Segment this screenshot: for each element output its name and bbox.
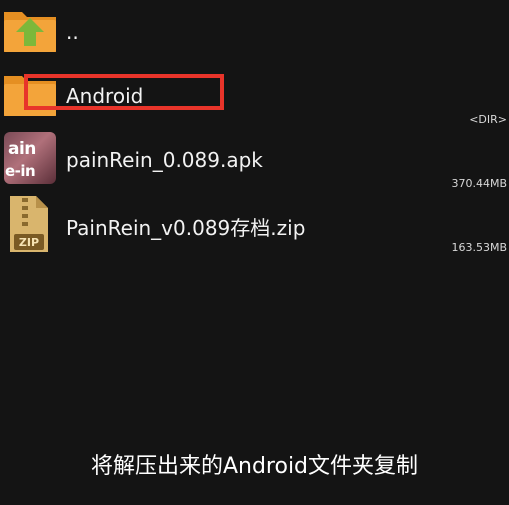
highlight-box <box>24 74 224 110</box>
file-name: .. <box>66 20 79 44</box>
file-row-zip[interactable]: ZIP PainRein_v0.089存档.zip 163.53MB <box>0 192 509 256</box>
zip-icon-label: ZIP <box>19 236 39 249</box>
file-name: painRein_0.089.apk <box>66 148 263 172</box>
file-list: .. Android <DIR> ain e-in painRein_0.089… <box>0 0 509 300</box>
file-row-apk[interactable]: ain e-in painRein_0.089.apk 370.44MB <box>0 128 509 192</box>
apk-app-icon: ain e-in <box>4 132 56 184</box>
video-subtitle: 将解压出来的Android文件夹复制 <box>90 454 419 479</box>
apk-icon-text: e-in <box>5 162 36 180</box>
zip-archive-icon: ZIP <box>6 194 62 252</box>
file-meta: <DIR> <box>469 113 507 126</box>
file-name: PainRein_v0.089存档.zip <box>66 216 306 240</box>
folder-up-icon <box>2 4 58 60</box>
file-meta: 163.53MB <box>451 241 507 254</box>
file-row-parent[interactable]: .. <box>0 0 509 64</box>
apk-icon-text: ain <box>8 139 36 159</box>
file-meta: 370.44MB <box>451 177 507 190</box>
